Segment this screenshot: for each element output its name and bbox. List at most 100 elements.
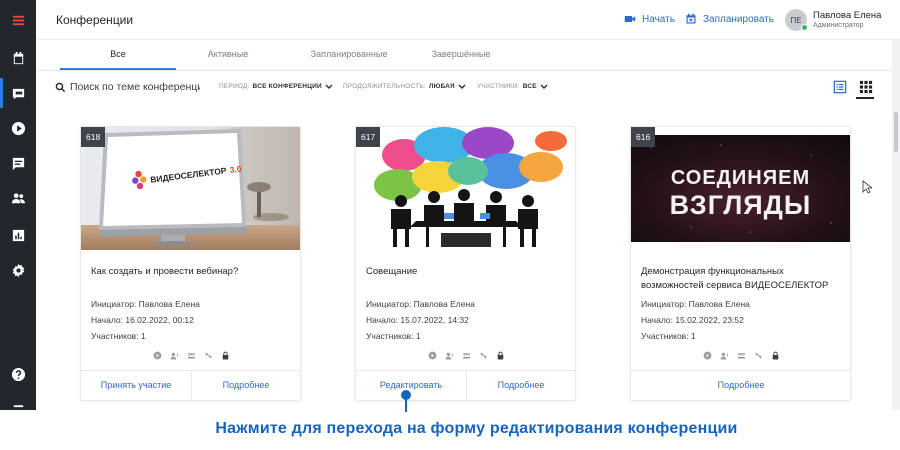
resolution-label: 540 xyxy=(463,352,470,357)
left-navigation-rail xyxy=(0,0,36,410)
conference-title: Демонстрация функциональных возможностей… xyxy=(641,266,829,291)
calendar-icon[interactable] xyxy=(0,41,36,75)
resolution-label: 540 xyxy=(188,352,195,357)
user-role: Администратор xyxy=(813,22,864,29)
menu-icon[interactable] xyxy=(0,3,36,37)
details-button[interactable]: Подробнее xyxy=(466,380,576,390)
conference-participants: Участников: 1 xyxy=(641,331,696,341)
participants-filter-value: ВСЕ xyxy=(522,83,537,90)
chevron-down-icon xyxy=(458,84,466,89)
conference-id-badge: 617 xyxy=(356,127,381,147)
conference-participants: Участников: 1 xyxy=(366,331,421,341)
settings-icon[interactable] xyxy=(0,253,36,287)
tab-all[interactable]: Все xyxy=(63,49,173,59)
lock-icon xyxy=(772,351,779,360)
scrollbar-track[interactable] xyxy=(892,40,900,410)
resolution-icon: 540 xyxy=(188,352,196,359)
conference-id-badge: 616 xyxy=(631,127,656,147)
speaker-user-icon xyxy=(720,352,728,360)
statistics-icon[interactable] xyxy=(0,218,36,252)
conference-start-time: Начало: 16.02.2022, 00:12 xyxy=(91,315,194,325)
image-headline-line2: ВЗГЛЯДЫ xyxy=(670,190,812,220)
no-recording-icon xyxy=(755,352,762,359)
tab-active[interactable]: Активные xyxy=(173,49,283,59)
speaker-user-icon xyxy=(170,352,178,360)
conferences-icon[interactable] xyxy=(0,76,36,110)
participants-filter[interactable]: УЧАСТНИКИ: ВСЕ xyxy=(477,83,548,90)
help-icon[interactable] xyxy=(0,357,36,391)
card-actions: Редактировать Подробнее xyxy=(356,370,576,401)
schedule-conference-label: Запланировать xyxy=(703,13,774,25)
conference-tabs: Все Активные Запланированные Завершённые xyxy=(36,40,892,71)
video-camera-icon xyxy=(624,16,636,22)
details-button[interactable]: Подробнее xyxy=(191,380,301,390)
conference-initiator: Инициатор: Павлова Елена xyxy=(366,299,475,309)
resolution-icon: 540 xyxy=(738,352,746,359)
active-tab-indicator xyxy=(60,68,176,70)
annotation-caption: Нажмите для перехода на форму редактиров… xyxy=(215,420,738,437)
conference-initiator: Инициатор: Павлова Елена xyxy=(91,299,200,309)
conference-thumbnail: ВИДЕОСЕЛЕКТОР 3.0 xyxy=(81,127,300,250)
resolution-icon: 540 xyxy=(463,352,471,359)
period-filter-value: ВСЕ КОНФЕРЕНЦИИ xyxy=(252,83,322,90)
filter-bar: ПЕРИОД: ВСЕ КОНФЕРЕНЦИИ ПРОДОЛЖИТЕЛЬНОСТ… xyxy=(36,71,892,103)
callout-pointer-line xyxy=(405,395,407,412)
conference-id-badge: 618 xyxy=(81,127,106,147)
conference-thumbnail: СОЕДИНЯЕМ ВЗГЛЯДЫ xyxy=(631,127,850,250)
play-circle-icon xyxy=(703,351,712,360)
speaker-user-icon xyxy=(445,352,453,360)
start-conference-label: Начать xyxy=(642,13,675,25)
duration-filter-label: ПРОДОЛЖИТЕЛЬНОСТЬ: xyxy=(343,83,426,90)
user-name[interactable]: Павлова Елена xyxy=(813,10,881,21)
conference-initiator: Инициатор: Павлова Елена xyxy=(641,299,750,309)
conference-card[interactable]: СОЕДИНЯЕМ ВЗГЛЯДЫ 616 Демонстрация функц… xyxy=(630,126,851,401)
more-icon[interactable] xyxy=(0,392,36,410)
schedule-conference-button[interactable]: Запланировать xyxy=(685,13,774,25)
play-circle-icon xyxy=(428,351,437,360)
calendar-add-icon xyxy=(686,13,696,24)
online-status-indicator xyxy=(801,24,808,31)
tab-scheduled[interactable]: Запланированные xyxy=(294,49,404,59)
conference-start-time: Начало: 15.07.2022, 14:32 xyxy=(366,315,469,325)
lock-icon xyxy=(497,351,504,360)
no-recording-icon xyxy=(480,352,487,359)
top-header: Конференции Начать Запланировать ПЕ Павл… xyxy=(36,0,900,40)
conference-card[interactable]: 617 Совещание Инициатор: Павлова Елена Н… xyxy=(355,126,576,401)
tab-finished[interactable]: Завершённые xyxy=(406,49,516,59)
conference-feature-icons: 540 xyxy=(356,351,577,360)
chat-icon[interactable] xyxy=(0,146,36,180)
search-icon xyxy=(55,82,66,93)
conference-feature-icons: 540 xyxy=(81,351,302,360)
period-filter[interactable]: ПЕРИОД: ВСЕ КОНФЕРЕНЦИИ xyxy=(219,83,333,90)
period-filter-label: ПЕРИОД: xyxy=(219,83,250,90)
duration-filter-value: ЛЮБАЯ xyxy=(428,83,455,90)
users-icon[interactable] xyxy=(0,181,36,215)
play-circle-icon xyxy=(153,351,162,360)
lock-icon xyxy=(222,351,229,360)
scrollbar-thumb[interactable] xyxy=(894,112,898,152)
search-input[interactable] xyxy=(70,79,200,95)
page-title: Конференции xyxy=(56,13,134,27)
conference-title: Совещание xyxy=(366,266,418,277)
mouse-cursor-icon xyxy=(862,180,872,194)
logo-version: 3.0 xyxy=(229,164,242,175)
active-view-indicator xyxy=(856,97,874,99)
image-headline-line1: СОЕДИНЯЕМ xyxy=(671,167,810,189)
details-button[interactable]: Подробнее xyxy=(686,380,796,390)
resolution-label: 540 xyxy=(738,352,745,357)
play-icon[interactable] xyxy=(0,111,36,145)
grid-view-icon[interactable] xyxy=(859,80,873,94)
edit-conference-button[interactable]: Редактировать xyxy=(356,380,466,390)
start-conference-button[interactable]: Начать xyxy=(624,13,675,25)
participants-filter-label: УЧАСТНИКИ: xyxy=(477,83,520,90)
duration-filter[interactable]: ПРОДОЛЖИТЕЛЬНОСТЬ: ЛЮБАЯ xyxy=(343,83,466,90)
card-actions: Принять участие Подробнее xyxy=(81,370,301,401)
conference-thumbnail xyxy=(356,127,575,250)
list-view-icon[interactable] xyxy=(833,80,847,94)
join-conference-button[interactable]: Принять участие xyxy=(81,380,191,390)
conference-participants: Участников: 1 xyxy=(91,331,146,341)
conference-card[interactable]: ВИДЕОСЕЛЕКТОР 3.0 618 Как создать и пров… xyxy=(80,126,301,401)
card-actions: Подробнее xyxy=(631,370,850,400)
no-recording-icon xyxy=(205,352,212,359)
conference-title: Как создать и провести вебинар? xyxy=(91,266,239,277)
